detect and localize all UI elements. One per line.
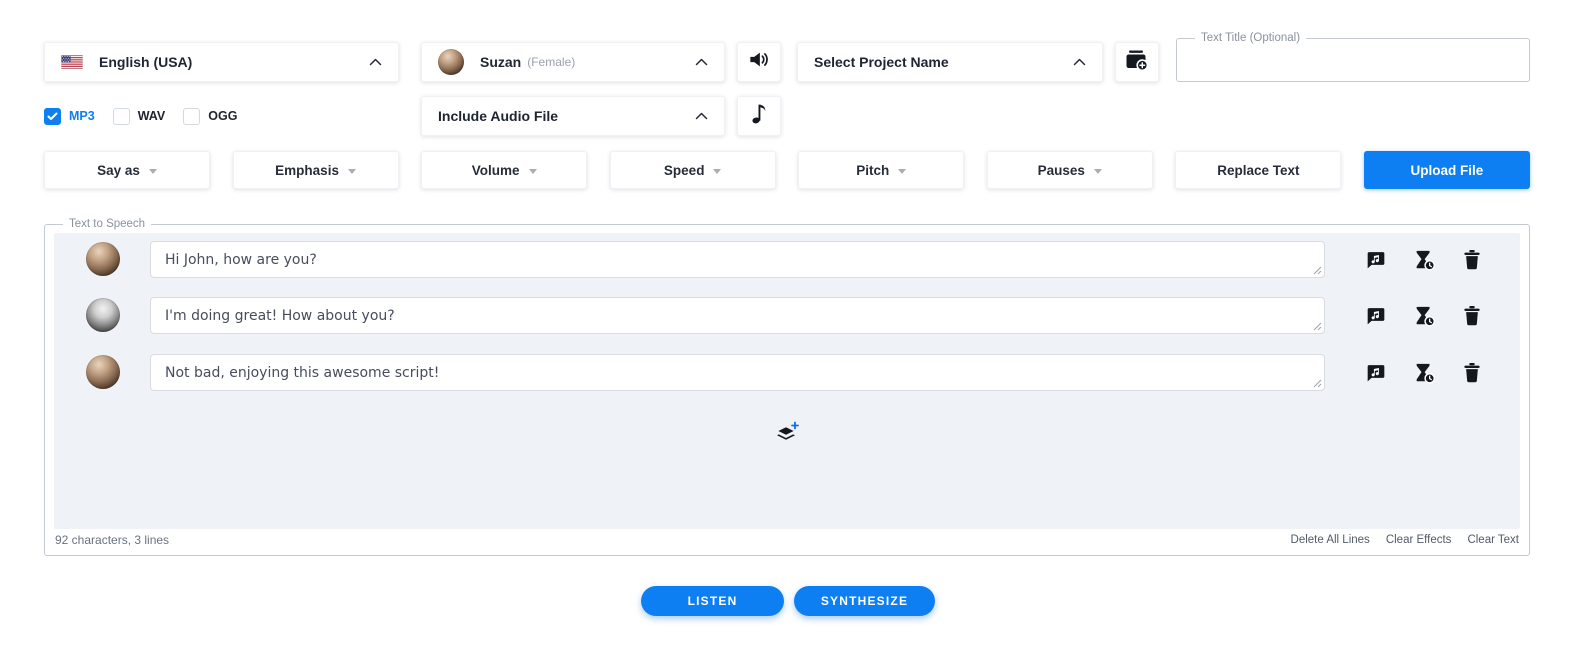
layers-plus-icon (774, 421, 800, 444)
pauses-button[interactable]: Pauses (987, 151, 1153, 189)
trash-icon[interactable] (1460, 248, 1484, 272)
hourglass-clock-icon[interactable] (1412, 361, 1436, 385)
voice-name: Suzan (480, 54, 521, 70)
hourglass-clock-icon[interactable] (1412, 248, 1436, 272)
format-mp3-checkbox[interactable]: MP3 (44, 108, 95, 125)
say-as-button[interactable]: Say as (44, 151, 210, 189)
pitch-label: Pitch (856, 163, 889, 178)
hourglass-clock-icon[interactable] (1412, 304, 1436, 328)
lines-panel: Hi John, how are you? (54, 233, 1520, 529)
box-plus-icon (1125, 49, 1149, 76)
caret-down-icon (149, 169, 157, 174)
add-line-button[interactable] (772, 419, 802, 445)
speaker-icon (748, 50, 770, 74)
voice-avatar (438, 49, 464, 75)
voice-preview-button[interactable] (737, 42, 781, 82)
effects-toolbar: Say as Emphasis Volume Speed Pitch Pause… (44, 151, 1530, 189)
comment-music-icon[interactable] (1364, 248, 1388, 272)
speed-button[interactable]: Speed (610, 151, 776, 189)
script-line-3: Not bad, enjoying this awesome script! (54, 354, 1520, 391)
caret-down-icon (713, 169, 721, 174)
checkmark-icon (47, 112, 58, 121)
caret-down-icon (898, 169, 906, 174)
line-3-actions (1364, 354, 1484, 391)
language-dropdown[interactable]: English (USA) (44, 42, 399, 82)
comment-music-icon[interactable] (1364, 361, 1388, 385)
voice-dropdown[interactable]: Suzan (Female) (421, 42, 725, 82)
include-audio-label: Include Audio File (438, 108, 558, 124)
script-line-1: Hi John, how are you? (54, 241, 1520, 278)
script-line-2: I'm doing great! How about you? (54, 297, 1520, 334)
speaker-avatar-john[interactable] (86, 298, 120, 332)
synthesize-button[interactable]: SYNTHESIZE (794, 586, 935, 616)
speed-label: Speed (664, 163, 705, 178)
upload-file-button[interactable]: Upload File (1364, 151, 1530, 189)
usa-flag-icon (61, 55, 83, 69)
language-label: English (USA) (99, 54, 192, 70)
bottom-actions: LISTEN SYNTHESIZE (0, 586, 1576, 616)
speaker-avatar-suzan[interactable] (86, 355, 120, 389)
line-2-textarea[interactable]: I'm doing great! How about you? (151, 298, 1324, 333)
voice-gender: (Female) (527, 55, 575, 69)
music-note-icon (752, 103, 766, 129)
chevron-up-icon (369, 58, 382, 66)
format-ogg-checkbox[interactable]: OGG (183, 108, 237, 125)
create-project-button[interactable] (1115, 42, 1159, 82)
chevron-up-icon (695, 58, 708, 66)
format-mp3-label: MP3 (69, 109, 95, 123)
include-audio-dropdown[interactable]: Include Audio File (421, 96, 725, 136)
caret-down-icon (1094, 169, 1102, 174)
pitch-button[interactable]: Pitch (798, 151, 964, 189)
text-to-speech-editor: Text to Speech Hi John, how are you? (44, 224, 1530, 556)
delete-all-lines-link[interactable]: Delete All Lines (1291, 534, 1370, 546)
emphasis-label: Emphasis (275, 163, 339, 178)
checkbox-unchecked (113, 108, 130, 125)
line-3-textarea[interactable]: Not bad, enjoying this awesome script! (151, 355, 1324, 390)
replace-text-button[interactable]: Replace Text (1175, 151, 1341, 189)
say-as-label: Say as (97, 163, 140, 178)
trash-icon[interactable] (1460, 361, 1484, 385)
format-ogg-label: OGG (208, 109, 237, 123)
chevron-up-icon (695, 112, 708, 120)
line-2-actions (1364, 297, 1484, 334)
format-wav-label: WAV (138, 109, 166, 123)
clear-effects-link[interactable]: Clear Effects (1386, 534, 1452, 546)
checkbox-checked (44, 108, 61, 125)
volume-label: Volume (472, 163, 520, 178)
format-wav-checkbox[interactable]: WAV (113, 108, 166, 125)
caret-down-icon (529, 169, 537, 174)
project-dropdown[interactable]: Select Project Name (797, 42, 1103, 82)
volume-button[interactable]: Volume (421, 151, 587, 189)
caret-down-icon (348, 169, 356, 174)
chevron-up-icon (1073, 58, 1086, 66)
listen-button[interactable]: LISTEN (641, 586, 784, 616)
text-title-input[interactable] (1185, 43, 1521, 77)
line-1-textarea[interactable]: Hi John, how are you? (151, 242, 1324, 277)
upload-file-label: Upload File (1411, 163, 1484, 178)
text-title-fieldset: Text Title (Optional) (1176, 38, 1530, 82)
background-music-button[interactable] (737, 96, 781, 136)
line-1-actions (1364, 241, 1484, 278)
line-text-wrap: Not bad, enjoying this awesome script! (150, 354, 1325, 391)
clear-text-link[interactable]: Clear Text (1467, 534, 1519, 546)
replace-text-label: Replace Text (1217, 163, 1299, 178)
trash-icon[interactable] (1460, 304, 1484, 328)
pauses-label: Pauses (1038, 163, 1085, 178)
speaker-avatar-suzan[interactable] (86, 242, 120, 276)
comment-music-icon[interactable] (1364, 304, 1388, 328)
editor-legend: Text to Speech (63, 217, 151, 232)
output-format-group: MP3 WAV OGG (44, 96, 237, 136)
character-count: 92 characters, 3 lines (55, 533, 169, 547)
line-text-wrap: Hi John, how are you? (150, 241, 1325, 278)
tts-app: English (USA) Suzan (Female) Select Proj… (0, 0, 1576, 649)
editor-footer-links: Delete All Lines Clear Effects Clear Tex… (1291, 534, 1519, 546)
editor-footer: 92 characters, 3 lines Delete All Lines … (55, 531, 1519, 549)
line-text-wrap: I'm doing great! How about you? (150, 297, 1325, 334)
emphasis-button[interactable]: Emphasis (233, 151, 399, 189)
checkbox-unchecked (183, 108, 200, 125)
project-label: Select Project Name (814, 54, 949, 70)
